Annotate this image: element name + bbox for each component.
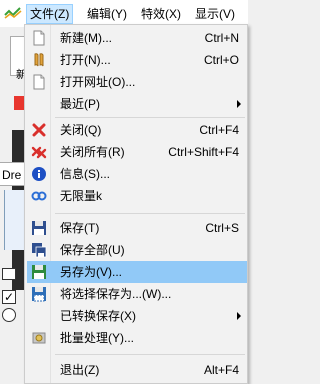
background-radio[interactable]	[2, 308, 16, 322]
app-logo-icon	[4, 7, 22, 19]
menu-item-new[interactable]: 新建(M)... Ctrl+N	[27, 27, 247, 49]
menu-item-shortcut: Ctrl+S	[205, 221, 239, 235]
menu-item-shortcut: Alt+F4	[203, 363, 239, 377]
submenu-arrow-icon	[237, 100, 241, 108]
close-all-icon	[31, 146, 47, 159]
infinity-icon	[31, 191, 47, 201]
menu-item-label: 保存全部(U)	[60, 243, 125, 257]
open-icon	[34, 53, 44, 67]
menu-item-label: 信息(S)...	[60, 167, 110, 181]
menu-item-save-all[interactable]: 保存全部(U)	[27, 239, 247, 261]
menu-item-label: 退出(Z)	[60, 363, 100, 377]
menu-item-label: 将选择保存为...(W)...	[60, 287, 172, 301]
menu-item-info[interactable]: 信息(S)...	[27, 163, 247, 185]
save-as-icon	[32, 265, 46, 279]
background-box[interactable]	[2, 268, 16, 280]
menu-item-open[interactable]: 打开(N)... Ctrl+O	[27, 49, 247, 71]
menu-edit[interactable]: 编辑(Y)	[84, 4, 130, 24]
save-icon	[32, 221, 46, 235]
menu-item-batch[interactable]: 批量处理(Y)...	[27, 327, 247, 349]
menu-item-label: 已转换保存(X)	[60, 309, 136, 323]
submenu-arrow-icon	[237, 312, 241, 320]
menu-item-recent[interactable]: 最近(P)	[27, 93, 247, 115]
menu-item-shortcut: Ctrl+Shift+F4	[168, 145, 239, 159]
menu-file[interactable]: 文件(Z)	[26, 4, 74, 24]
menu-separator	[55, 213, 245, 214]
menu-item-open-url[interactable]: 打开网址(O)...	[27, 71, 247, 93]
menu-item-label: 另存为(V)...	[60, 265, 122, 279]
menu-separator	[55, 117, 245, 118]
menu-separator	[55, 354, 245, 355]
new-file-icon	[33, 30, 45, 46]
menu-item-label: 打开(N)...	[60, 53, 111, 67]
menu-item-infinity[interactable]: 无限量k	[27, 185, 247, 207]
menu-item-label: 无限量k	[60, 189, 103, 203]
menu-item-label: 打开网址(O)...	[60, 75, 136, 89]
menu-item-save-selection[interactable]: 将选择保存为...(W)...	[27, 283, 247, 305]
close-icon	[32, 123, 46, 137]
file-menu-dropdown: 新建(M)... Ctrl+N 打开(N)... Ctrl+O 打开网址(O).…	[24, 24, 248, 384]
menu-item-save-as[interactable]: 另存为(V)...	[27, 261, 247, 283]
menu-item-converted-save[interactable]: 已转换保存(X)	[27, 305, 247, 327]
info-icon	[32, 167, 46, 181]
menu-item-shortcut: Ctrl+N	[204, 31, 239, 45]
save-selection-icon	[32, 287, 46, 302]
menu-item-label: 最近(P)	[60, 97, 100, 111]
open-url-icon	[33, 74, 45, 90]
menu-item-shortcut: Ctrl+F4	[199, 123, 239, 137]
menu-item-save[interactable]: 保存(T) Ctrl+S	[27, 217, 247, 239]
menu-item-label: 关闭所有(R)	[60, 145, 125, 159]
menu-item-label: 新建(M)...	[60, 31, 112, 45]
menu-item-close[interactable]: 关闭(Q) Ctrl+F4	[27, 119, 247, 141]
background-checkbox[interactable]: ✓	[2, 290, 16, 304]
batch-icon	[32, 332, 46, 344]
menu-bar: 文件(Z) 编辑(Y) 特效(X) 显示(V)	[0, 0, 248, 27]
background-field-text: Dre	[2, 168, 22, 182]
menu-item-shortcut: Ctrl+O	[203, 53, 239, 67]
save-all-icon	[32, 243, 47, 258]
menu-item-label: 保存(T)	[60, 221, 100, 235]
menu-item-label: 关闭(Q)	[60, 123, 102, 137]
menu-item-exit[interactable]: 退出(Z) Alt+F4	[27, 359, 247, 381]
menu-effects[interactable]: 特效(X)	[138, 4, 184, 24]
menu-item-close-all[interactable]: 关闭所有(R) Ctrl+Shift+F4	[27, 141, 247, 163]
menu-view[interactable]: 显示(V)	[192, 4, 238, 24]
menu-item-label: 批量处理(Y)...	[60, 331, 134, 345]
